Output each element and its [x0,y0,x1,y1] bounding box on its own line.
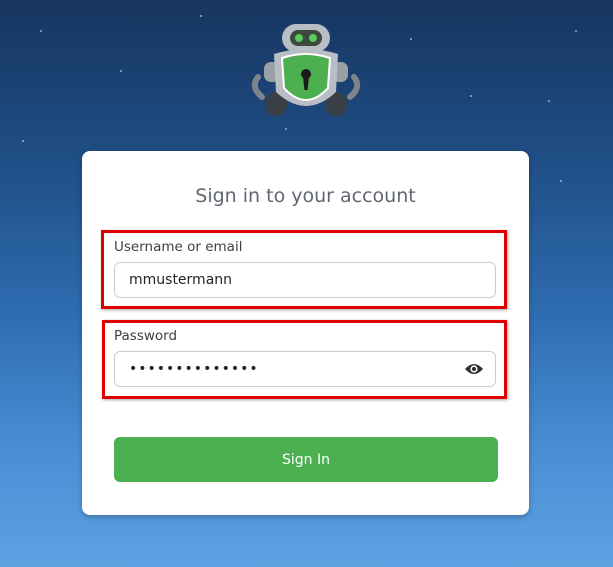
username-label: Username or email [114,239,243,255]
star [470,95,472,97]
star [40,30,42,32]
password-field-wrapper [114,351,496,387]
eye-icon[interactable] [464,362,484,376]
username-field-wrapper [114,262,496,298]
star [285,128,287,130]
star [560,180,562,182]
star [120,70,122,72]
login-card: Sign in to your account Username or emai… [82,151,529,515]
password-label: Password [114,328,178,344]
username-input[interactable] [115,263,495,297]
star [548,100,550,102]
star [22,140,24,142]
password-input[interactable] [115,352,455,386]
star [575,30,577,32]
login-title: Sign in to your account [195,185,416,207]
star [200,15,202,17]
sign-in-button[interactable]: Sign In [114,437,498,482]
robot-shield-logo [251,24,361,116]
star [410,38,412,40]
